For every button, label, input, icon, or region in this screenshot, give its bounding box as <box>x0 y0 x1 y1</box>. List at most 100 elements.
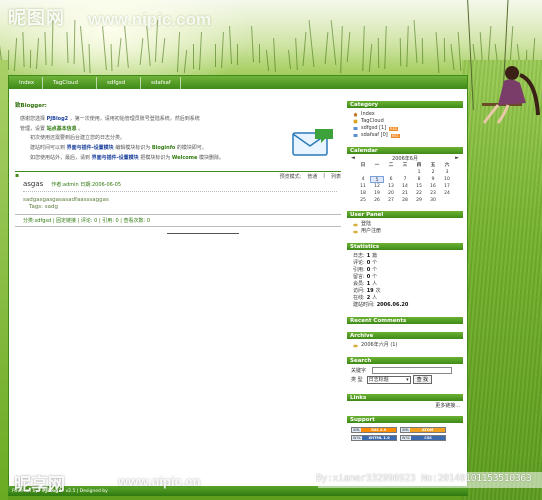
calendar-day[interactable]: 4 <box>356 176 370 183</box>
calendar-day[interactable]: 27 <box>384 197 398 204</box>
post-tags[interactable]: Tags: sadg <box>15 204 341 210</box>
grass-blade <box>237 44 238 65</box>
post-footer[interactable]: 分类:sdfgsd | 固定链接 | 评论: 0 | 引用: 0 | 查看次数:… <box>15 213 341 227</box>
module-settings-link[interactable]: 界面与插件-设置模块 <box>67 145 114 151</box>
calendar-day[interactable]: 16 <box>426 183 440 190</box>
support-badge[interactable]: XML RSS 2.0 <box>351 427 397 433</box>
calendar-day[interactable]: 3 <box>440 169 454 176</box>
category-widget: Category Index TagCloud sdfgsd [1] RSS s… <box>347 101 463 140</box>
view-normal-link[interactable]: 普通 <box>307 173 317 180</box>
search-type-select[interactable]: 日志标题 ▾ <box>366 375 411 384</box>
login-link[interactable]: 登陆 <box>353 221 461 228</box>
calendar-day[interactable]: 10 <box>440 176 454 183</box>
grass-blade <box>7 49 10 71</box>
welcome-text: 如您使用站外，最后，请到 <box>30 155 91 161</box>
category-item[interactable]: sdfgsd [1] RSS <box>353 125 461 132</box>
calendar-day[interactable]: 17 <box>440 183 454 190</box>
grass-blade <box>221 31 224 69</box>
top-navigation: Index TagCloud sdfgsd sdafsaf <box>9 76 467 91</box>
nav-tab-sdfgsd[interactable]: sdfgsd <box>97 77 141 89</box>
calendar-day[interactable]: 29 <box>412 197 426 204</box>
view-list-link[interactable]: 列表 <box>331 173 341 180</box>
grass-blade <box>273 37 276 73</box>
calendar-day[interactable]: 11 <box>356 183 370 190</box>
stat-row: 会员: 1 人 <box>353 281 461 288</box>
welcome-title: 致Blogger: <box>15 103 47 109</box>
archive-item[interactable]: 2006年六月 (1) <box>353 342 461 349</box>
calendar-day[interactable]: 23 <box>426 190 440 197</box>
rss-badge[interactable]: RSS <box>389 126 399 131</box>
calendar-day[interactable]: 18 <box>356 190 370 197</box>
calendar-next-button[interactable]: ► <box>455 155 459 162</box>
post-title[interactable]: asgas <box>23 180 43 188</box>
calendar-day[interactable]: 15 <box>412 183 426 190</box>
welcome-text: 初次使用还需要到后台建立您的日志分类。 <box>30 135 126 141</box>
calendar-day[interactable]: 21 <box>398 190 412 197</box>
welcome-tag: Welcome <box>171 155 198 161</box>
welcome-text: 编辑模块标识为 <box>115 144 151 151</box>
calendar-weekday: 一 <box>374 163 380 168</box>
search-button[interactable]: 查 找 <box>412 375 432 384</box>
nav-tab-index[interactable]: Index <box>9 77 43 89</box>
rss-badge[interactable]: RSS <box>390 133 400 138</box>
sidebar: Category Index TagCloud sdfgsd [1] RSS s… <box>347 101 463 451</box>
module-settings-link[interactable]: 界面与插件-设置模块 <box>92 155 139 161</box>
grass-blade <box>117 38 122 67</box>
grass-blade <box>79 26 86 72</box>
calendar-empty-cell <box>356 169 370 176</box>
calendar-day[interactable]: 1 <box>412 169 426 176</box>
stat-unit: 个 <box>372 274 378 280</box>
grass-blade <box>346 32 351 62</box>
calendar-day[interactable]: 5 <box>370 176 384 183</box>
calendar-day[interactable]: 24 <box>440 190 454 197</box>
calendar-day[interactable]: 19 <box>370 190 384 197</box>
support-badge[interactable]: W3C CSS <box>400 435 446 441</box>
calendar-day[interactable]: 26 <box>370 197 384 204</box>
badge-left-label: XML <box>352 428 362 432</box>
category-item[interactable]: sdafsaf [0] RSS <box>353 132 461 139</box>
blog-frame: Index TagCloud sdfgsd sdafsaf 致Blogger: … <box>8 75 468 495</box>
calendar-day[interactable]: 14 <box>398 183 412 190</box>
calendar-prev-button[interactable]: ◄ <box>351 155 355 162</box>
calendar-day[interactable]: 28 <box>398 197 412 204</box>
category-item[interactable]: Index <box>353 111 461 118</box>
stat-unit: 人 <box>372 295 378 301</box>
tag-icon <box>353 119 358 124</box>
support-badge[interactable]: XML ATOM <box>400 427 446 433</box>
support-badge[interactable]: W3C XHTML 1.0 <box>351 435 397 441</box>
stat-row: 在线: 2 人 <box>353 295 461 302</box>
grass-background <box>462 60 542 500</box>
grass-blade <box>29 49 32 69</box>
chevron-down-icon: ▾ <box>406 376 409 383</box>
calendar-day[interactable]: 13 <box>384 183 398 190</box>
stat-unit: 个 <box>372 267 378 273</box>
nav-tab-sdafsaf[interactable]: sdafsaf <box>141 77 181 89</box>
calendar-day[interactable]: 6 <box>384 176 398 183</box>
calendar-day[interactable]: 9 <box>426 176 440 183</box>
site-url-watermark: www.nipic.com <box>88 10 212 29</box>
calendar-weekday: 日 <box>360 163 366 168</box>
more-links-link[interactable]: 更多链接... <box>347 402 463 409</box>
stat-unit: 次 <box>375 288 381 294</box>
nav-tab-tagcloud[interactable]: TagCloud <box>43 77 97 89</box>
welcome-text: 把模块标识为 <box>140 155 171 161</box>
post-divider <box>23 190 337 192</box>
category-item[interactable]: TagCloud <box>353 118 461 125</box>
support-title: Support <box>347 416 463 424</box>
brand-name: PJBlog2 <box>46 116 69 122</box>
stat-row: 访问: 19 次 <box>353 288 461 295</box>
calendar-day[interactable]: 30 <box>426 197 440 204</box>
site-settings-link[interactable]: 站点基本信息 <box>47 126 77 132</box>
calendar-day[interactable]: 20 <box>384 190 398 197</box>
calendar-day[interactable]: 25 <box>356 197 370 204</box>
calendar-day[interactable]: 22 <box>412 190 426 197</box>
calendar-day[interactable]: 12 <box>370 183 384 190</box>
calendar-day[interactable]: 7 <box>398 176 412 183</box>
register-link[interactable]: 用户注册 <box>353 228 461 235</box>
calendar-day[interactable]: 2 <box>426 169 440 176</box>
calendar-nav: ◄ 2006年6月 ► <box>347 155 463 162</box>
grass-blade <box>450 44 455 70</box>
calendar-day[interactable]: 8 <box>412 176 426 183</box>
grass-blade <box>406 25 409 68</box>
search-input[interactable] <box>372 367 453 374</box>
